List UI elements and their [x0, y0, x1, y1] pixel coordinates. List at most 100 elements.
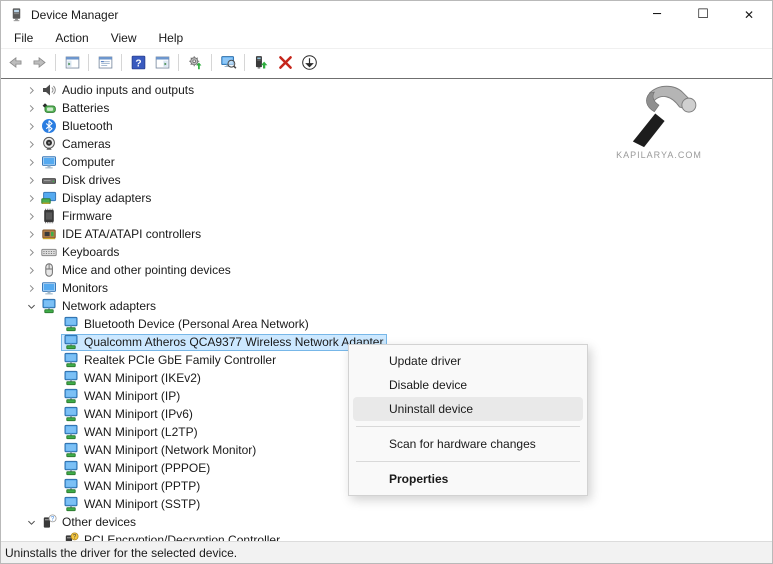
disable-device-button[interactable]	[297, 51, 321, 73]
twisty-spacer	[45, 478, 61, 494]
network-icon	[63, 352, 79, 368]
update-gear-button[interactable]	[183, 51, 207, 73]
minimize-button[interactable]: ─	[634, 1, 680, 28]
chevron-right-icon[interactable]	[23, 154, 39, 170]
tree-node[interactable]: Computer	[39, 154, 119, 171]
tree-node[interactable]: WAN Miniport (Network Monitor)	[61, 442, 260, 459]
close-button[interactable]: ✕	[726, 1, 772, 28]
network-icon	[63, 370, 79, 386]
chevron-down-icon[interactable]	[23, 298, 39, 314]
tree-node[interactable]: Firmware	[39, 208, 116, 225]
tree-node-selected[interactable]: Qualcomm Atheros QCA9377 Wireless Networ…	[61, 334, 387, 351]
maximize-button[interactable]: ☐	[680, 1, 726, 28]
ide-icon	[41, 226, 57, 242]
chevron-down-icon[interactable]	[23, 514, 39, 530]
network-icon	[63, 316, 79, 332]
context-menu-item-update-driver[interactable]: Update driver	[353, 349, 583, 373]
tree-row[interactable]: ?PCI Encryption/Decryption Controller	[1, 531, 772, 541]
toolbar: ?	[1, 49, 772, 75]
menu-file[interactable]: File	[3, 29, 44, 47]
tree-row[interactable]: Display adapters	[1, 189, 772, 207]
tree-row[interactable]: Keyboards	[1, 243, 772, 261]
menu-help[interactable]: Help	[148, 29, 195, 47]
help-button[interactable]: ?	[126, 51, 150, 73]
tree-node[interactable]: WAN Miniport (SSTP)	[61, 496, 204, 513]
tree-row[interactable]: IDE ATA/ATAPI controllers	[1, 225, 772, 243]
chevron-right-icon[interactable]	[23, 100, 39, 116]
tree-node[interactable]: Disk drives	[39, 172, 125, 189]
action-pane-icon	[154, 54, 171, 71]
chevron-right-icon[interactable]	[23, 172, 39, 188]
menu-action[interactable]: Action	[44, 29, 99, 47]
tree-node[interactable]: IDE ATA/ATAPI controllers	[39, 226, 205, 243]
tree-node[interactable]: WAN Miniport (IPv6)	[61, 406, 197, 423]
chevron-right-icon[interactable]	[23, 262, 39, 278]
scan-hardware-button[interactable]	[216, 51, 240, 73]
tree-node[interactable]: WAN Miniport (PPTP)	[61, 478, 204, 495]
chevron-right-icon[interactable]	[23, 208, 39, 224]
bluetooth-icon	[41, 118, 57, 134]
tree-node[interactable]: Mice and other pointing devices	[39, 262, 235, 279]
context-menu-item-uninstall-device[interactable]: Uninstall device	[353, 397, 583, 421]
title-bar: Device Manager ─ ☐ ✕	[1, 1, 772, 28]
tree-row[interactable]: Computer	[1, 153, 772, 171]
tree-row[interactable]: Bluetooth Device (Personal Area Network)	[1, 315, 772, 333]
tree-row[interactable]: Firmware	[1, 207, 772, 225]
tree-node-label: Keyboards	[62, 245, 119, 259]
tree-node[interactable]: WAN Miniport (IP)	[61, 388, 184, 405]
chevron-right-icon[interactable]	[23, 280, 39, 296]
context-menu-item-disable-device[interactable]: Disable device	[353, 373, 583, 397]
tree-row[interactable]: Monitors	[1, 279, 772, 297]
menu-view[interactable]: View	[100, 29, 148, 47]
unknown-device-icon: ?	[41, 514, 57, 530]
tree-row[interactable]: Disk drives	[1, 171, 772, 189]
tree-row[interactable]: ? Other devices	[1, 513, 772, 531]
tree-node[interactable]: Realtek PCIe GbE Family Controller	[61, 352, 280, 369]
tree-row[interactable]: Network adapters	[1, 297, 772, 315]
chevron-right-icon[interactable]	[23, 82, 39, 98]
chevron-right-icon[interactable]	[23, 136, 39, 152]
uninstall-device-button[interactable]	[273, 51, 297, 73]
update-driver-button[interactable]	[249, 51, 273, 73]
tree-node[interactable]: WAN Miniport (IKEv2)	[61, 370, 205, 387]
console-tree-button[interactable]	[60, 51, 84, 73]
context-menu-item-scan-for-hardware-changes[interactable]: Scan for hardware changes	[353, 432, 583, 456]
tree-node[interactable]: WAN Miniport (L2TP)	[61, 424, 202, 441]
tree-node[interactable]: Batteries	[39, 100, 113, 117]
tree-node[interactable]: Network adapters	[39, 298, 160, 315]
tree-node-label: WAN Miniport (SSTP)	[84, 497, 200, 511]
tree-node[interactable]: Bluetooth	[39, 118, 117, 135]
tree-node[interactable]: ? Other devices	[39, 514, 140, 531]
tree-node[interactable]: WAN Miniport (PPPOE)	[61, 460, 214, 477]
status-bar: Uninstalls the driver for the selected d…	[1, 541, 772, 563]
tree-node[interactable]: Audio inputs and outputs	[39, 82, 198, 99]
network-icon	[41, 298, 57, 314]
back-button[interactable]	[3, 51, 27, 73]
tree-node[interactable]: Monitors	[39, 280, 112, 297]
chevron-right-icon[interactable]	[23, 244, 39, 260]
tree-row[interactable]: Audio inputs and outputs	[1, 81, 772, 99]
tree-node[interactable]: ?PCI Encryption/Decryption Controller	[61, 532, 284, 542]
twisty-spacer	[45, 370, 61, 386]
twisty-spacer	[45, 442, 61, 458]
tree-row[interactable]: Batteries	[1, 99, 772, 117]
properties-window-button[interactable]	[93, 51, 117, 73]
chevron-right-icon[interactable]	[23, 226, 39, 242]
forward-button[interactable]	[27, 51, 51, 73]
tree-node[interactable]: Display adapters	[39, 190, 155, 207]
tree-node-label: Other devices	[62, 515, 136, 529]
tree-row[interactable]: Cameras	[1, 135, 772, 153]
chevron-right-icon[interactable]	[23, 190, 39, 206]
action-pane-button[interactable]	[150, 51, 174, 73]
tree-node[interactable]: Bluetooth Device (Personal Area Network)	[61, 316, 313, 333]
tree-row[interactable]: WAN Miniport (SSTP)	[1, 495, 772, 513]
tree-node[interactable]: Cameras	[39, 136, 115, 153]
context-menu-separator	[356, 426, 580, 427]
tree-row[interactable]: Bluetooth	[1, 117, 772, 135]
chevron-right-icon[interactable]	[23, 118, 39, 134]
back-icon	[7, 54, 24, 71]
context-menu-item-properties[interactable]: Properties	[353, 467, 583, 491]
tree-node[interactable]: Keyboards	[39, 244, 123, 261]
tree-row[interactable]: Mice and other pointing devices	[1, 261, 772, 279]
scan-hardware-icon	[220, 54, 237, 71]
